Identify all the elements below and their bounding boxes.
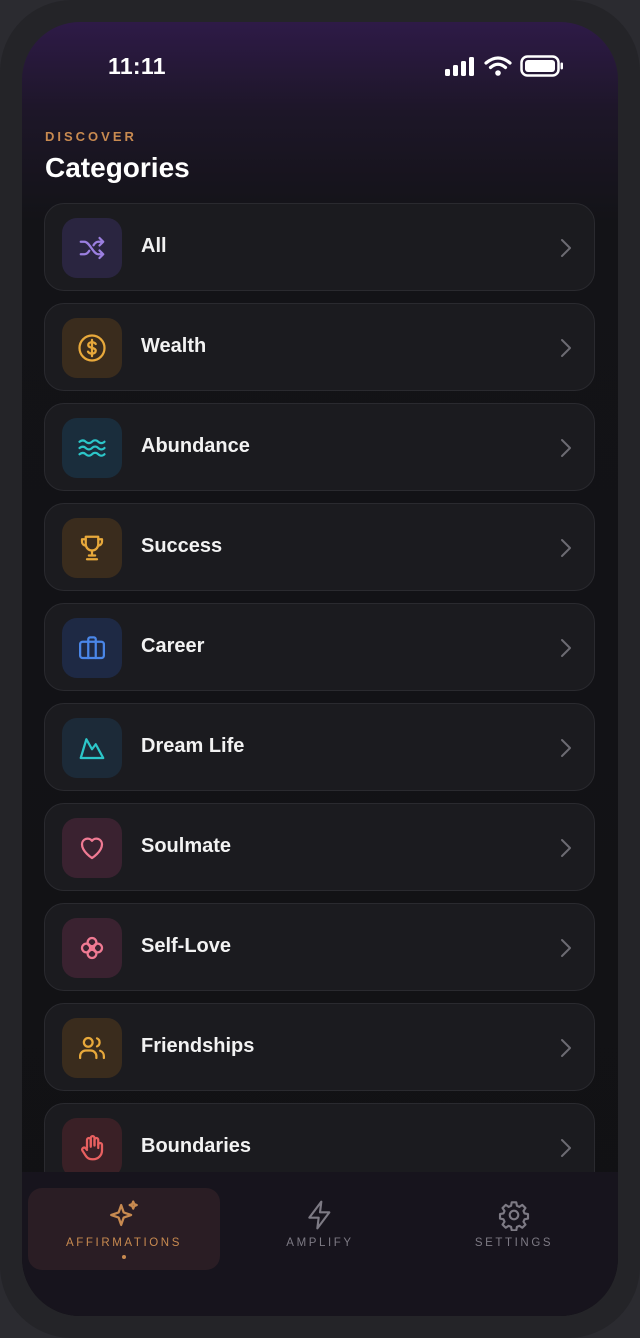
- flower-icon: [80, 936, 104, 960]
- category-row-all[interactable]: All: [44, 203, 595, 291]
- category-icon-tile: [62, 418, 122, 478]
- briefcase-icon: [79, 636, 105, 660]
- mountain-icon: [79, 738, 105, 760]
- category-icon-tile: [62, 618, 122, 678]
- section-eyebrow: DISCOVER: [45, 129, 137, 144]
- sparkles-icon: [110, 1200, 138, 1227]
- category-row-friendships[interactable]: Friendships: [44, 1003, 595, 1091]
- chevron-right-icon: [561, 539, 571, 557]
- category-icon-tile: [62, 1118, 122, 1178]
- wifi-icon: [484, 56, 512, 76]
- tab-bar: AFFIRMATIONS AMPLIFY SETTINGS: [22, 1172, 618, 1316]
- gear-icon: [498, 1201, 530, 1231]
- app-screen: 11:11 DISCOVER Categories All Wealth Abu…: [22, 22, 618, 1316]
- category-label: Career: [141, 635, 205, 657]
- chevron-right-icon: [561, 239, 571, 257]
- category-icon-tile: [62, 718, 122, 778]
- tab-label: AMPLIFY: [286, 1237, 354, 1249]
- battery-icon: [520, 55, 563, 77]
- chevron-right-icon: [561, 439, 571, 457]
- tab-affirmations[interactable]: AFFIRMATIONS: [28, 1188, 220, 1270]
- status-bar: 11:11: [22, 22, 618, 112]
- waves-icon: [78, 439, 106, 457]
- category-row-success[interactable]: Success: [44, 503, 595, 591]
- category-icon-tile: [62, 218, 122, 278]
- category-icon-tile: [62, 318, 122, 378]
- chevron-right-icon: [561, 839, 571, 857]
- dollar-coin-icon: [78, 334, 106, 362]
- page-title: Categories: [45, 152, 190, 183]
- category-label: Self-Love: [141, 935, 232, 957]
- lightning-icon: [308, 1200, 331, 1230]
- category-label: Soulmate: [141, 835, 232, 857]
- category-label: Dream Life: [141, 735, 245, 757]
- tab-settings[interactable]: SETTINGS: [418, 1188, 610, 1270]
- category-label: Success: [141, 535, 223, 557]
- category-icon-tile: [62, 1018, 122, 1078]
- chevron-right-icon: [561, 739, 571, 757]
- category-label: Wealth: [141, 335, 207, 357]
- category-label: Boundaries: [141, 1135, 252, 1157]
- status-time: 11:11: [108, 53, 166, 79]
- category-row-soulmate[interactable]: Soulmate: [44, 803, 595, 891]
- category-icon-tile: [62, 818, 122, 878]
- category-row-career[interactable]: Career: [44, 603, 595, 691]
- heart-icon: [80, 837, 104, 860]
- category-row-dream-life[interactable]: Dream Life: [44, 703, 595, 791]
- category-row-wealth[interactable]: Wealth: [44, 303, 595, 391]
- category-label: All: [141, 235, 167, 257]
- active-tab-indicator: [122, 1255, 126, 1259]
- cellular-signal-icon: [445, 57, 474, 76]
- hand-icon: [81, 1135, 104, 1161]
- chevron-right-icon: [561, 639, 571, 657]
- chevron-right-icon: [561, 1139, 571, 1157]
- status-icons: [444, 55, 564, 77]
- phone-frame: 11:11 DISCOVER Categories All Wealth Abu…: [0, 0, 640, 1338]
- category-label: Abundance: [141, 435, 250, 457]
- chevron-right-icon: [561, 1039, 571, 1057]
- category-icon-tile: [62, 918, 122, 978]
- category-label: Friendships: [141, 1035, 255, 1057]
- category-row-abundance[interactable]: Abundance: [44, 403, 595, 491]
- tab-label: AFFIRMATIONS: [66, 1237, 182, 1249]
- chevron-right-icon: [561, 339, 571, 357]
- users-icon: [79, 1036, 106, 1060]
- trophy-icon: [80, 535, 104, 561]
- tab-amplify[interactable]: AMPLIFY: [224, 1188, 416, 1270]
- category-row-self-love[interactable]: Self-Love: [44, 903, 595, 991]
- tab-label: SETTINGS: [474, 1237, 554, 1249]
- shuffle-icon: [79, 236, 105, 260]
- chevron-right-icon: [561, 939, 571, 957]
- category-icon-tile: [62, 518, 122, 578]
